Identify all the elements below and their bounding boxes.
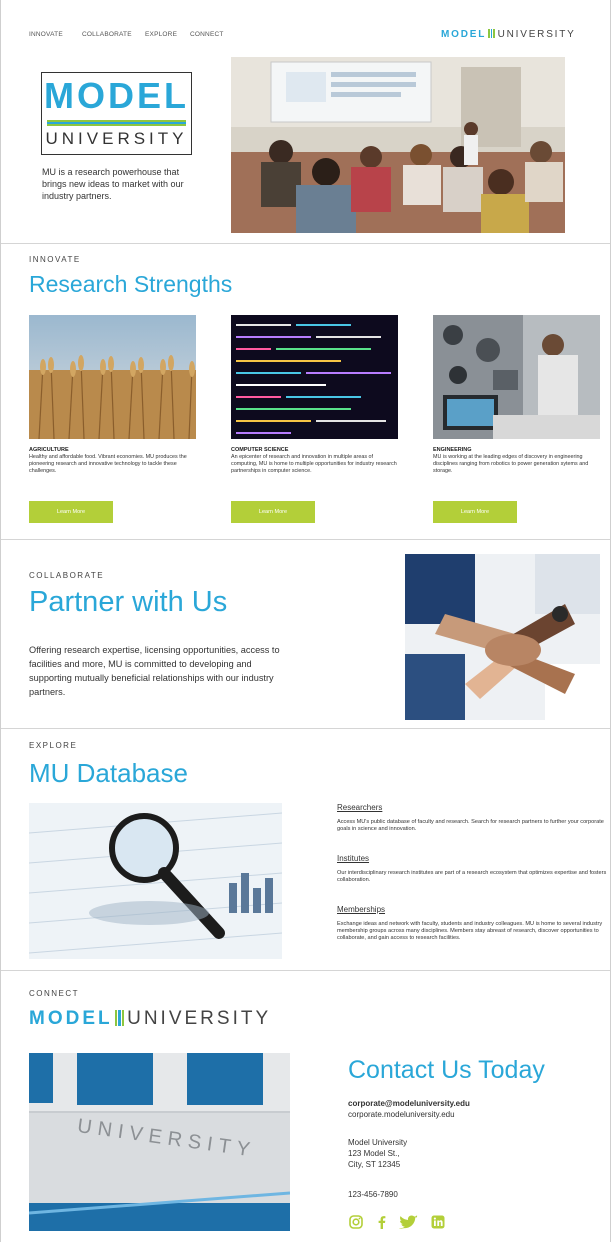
logo-stripes xyxy=(47,120,186,126)
hero-logo: MODEL UNIVERSITY xyxy=(41,72,192,155)
section-divider xyxy=(1,970,610,971)
agriculture-learn-more-button[interactable]: Learn More xyxy=(29,501,113,523)
researchers-text: Access MU's public database of faculty a… xyxy=(337,819,604,833)
nav-innovate[interactable]: INNOVATE xyxy=(29,31,63,38)
section-divider xyxy=(1,243,610,244)
section-divider xyxy=(1,728,610,729)
magnifying-glass-photo xyxy=(29,803,282,959)
address-street: 123 Model St., xyxy=(348,1149,400,1158)
mu-database-title: MU Database xyxy=(29,758,188,788)
explore-eyebrow: EXPLORE xyxy=(29,741,78,750)
footer-brand-university: UNIVERSITY xyxy=(127,1008,272,1029)
contact-phone[interactable]: 123-456-7890 xyxy=(348,1189,398,1200)
section-divider xyxy=(1,539,610,540)
address-name: Model University xyxy=(348,1138,408,1147)
institutes-text: Our interdisciplinary research institute… xyxy=(337,870,607,884)
engineering-learn-more-button[interactable]: Learn More xyxy=(433,501,517,523)
contact-us-title: Contact Us Today xyxy=(348,1056,545,1084)
engineering-title: ENGINEERING xyxy=(433,447,472,453)
hero-tagline: MU is a research powerhouse that brings … xyxy=(42,167,184,201)
collaborate-text: Offering research expertise, licensing o… xyxy=(29,645,280,697)
footer-brand-model: MODEL xyxy=(29,1008,113,1029)
institutes-link[interactable]: Institutes xyxy=(337,854,369,863)
nav-collaborate[interactable]: COLLABORATE xyxy=(82,31,132,38)
footer-brand-bars-icon xyxy=(114,1010,126,1032)
hero-classroom-photo xyxy=(231,57,565,233)
page: INNOVATE COLLABORATE EXPLORE CONNECT MOD… xyxy=(0,0,611,1242)
contact-email[interactable]: corporate@modeluniversity.edu xyxy=(348,1098,470,1109)
brand-bars-icon xyxy=(488,29,496,41)
logo-model-text: MODEL xyxy=(44,75,189,116)
facebook-icon[interactable] xyxy=(375,1215,389,1229)
logo-university-text: UNIVERSITY xyxy=(45,129,188,148)
agriculture-text: Healthy and affordable food. Vibrant eco… xyxy=(29,454,187,474)
nav-explore[interactable]: EXPLORE xyxy=(145,31,177,38)
computer-science-text: An epicenter of research and innovation … xyxy=(231,454,397,474)
innovate-eyebrow: INNOVATE xyxy=(29,255,81,264)
university-building-photo: UNIVERSITY xyxy=(29,1053,290,1231)
research-strengths-title: Research Strengths xyxy=(29,271,233,297)
researchers-link[interactable]: Researchers xyxy=(337,803,382,812)
memberships-text: Exchange ideas and network with faculty,… xyxy=(337,921,603,942)
instagram-icon[interactable] xyxy=(349,1215,363,1229)
agriculture-title: AGRICULTURE xyxy=(29,447,69,453)
memberships-link[interactable]: Memberships xyxy=(337,905,385,914)
partner-with-us-title: Partner with Us xyxy=(29,586,228,618)
footer-brand-logo: MODEL UNIVERSITY xyxy=(29,1008,271,1032)
computer-science-photo xyxy=(231,315,398,439)
nav-connect[interactable]: CONNECT xyxy=(190,31,224,38)
brand-model-text: MODEL xyxy=(441,29,487,40)
computer-science-title: COMPUTER SCIENCE xyxy=(231,447,289,453)
agriculture-photo xyxy=(29,315,196,439)
connect-eyebrow: CONNECT xyxy=(29,989,80,998)
header-brand-logo[interactable]: MODEL UNIVERSITY xyxy=(441,29,576,41)
engineering-photo xyxy=(433,315,600,439)
twitter-icon[interactable] xyxy=(399,1215,419,1229)
collaborate-eyebrow: COLLABORATE xyxy=(29,571,105,580)
linkedin-icon[interactable] xyxy=(431,1215,445,1229)
engineering-text: MU is working at the leading edges of di… xyxy=(433,454,589,474)
hands-together-photo xyxy=(405,554,600,720)
brand-university-text: UNIVERSITY xyxy=(497,29,576,40)
address-city: City, ST 12345 xyxy=(348,1160,401,1169)
contact-website[interactable]: corporate.modeluniversity.edu xyxy=(348,1109,455,1120)
computer-science-learn-more-button[interactable]: Learn More xyxy=(231,501,315,523)
